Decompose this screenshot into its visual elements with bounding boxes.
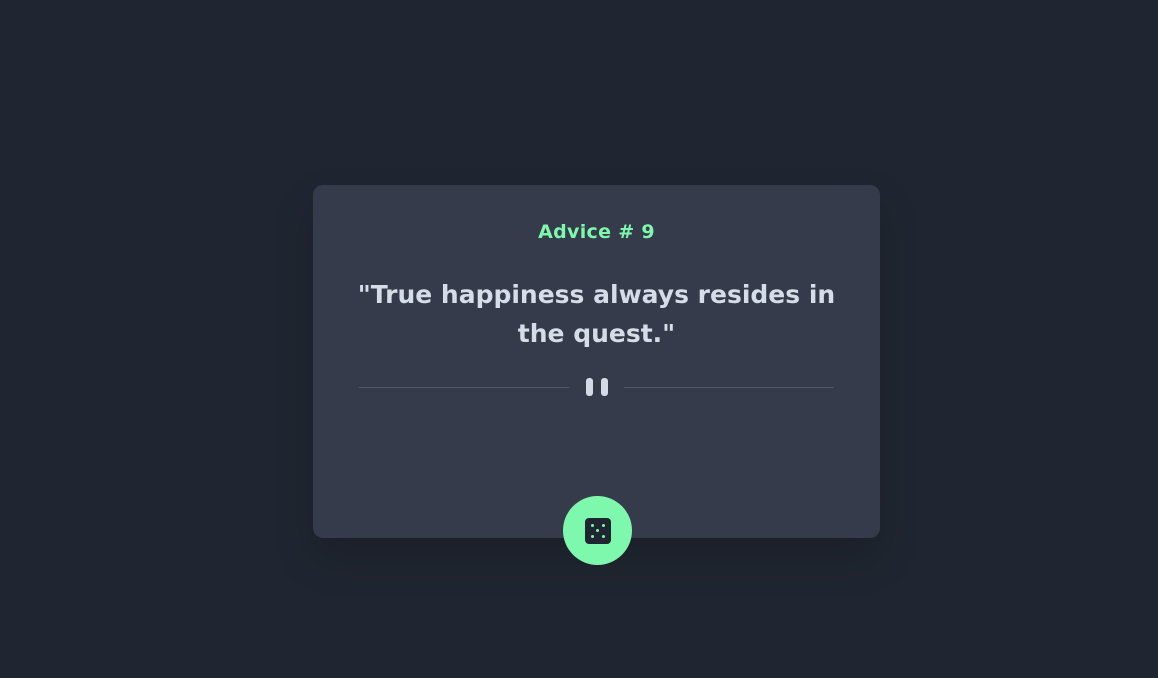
- dice-pip: [590, 534, 594, 538]
- advice-card: Advice # 9 "True happiness always reside…: [313, 185, 880, 538]
- pause-icon: [585, 378, 608, 396]
- divider-line-right: [624, 387, 834, 388]
- advice-number: Advice # 9: [538, 221, 655, 243]
- divider-line-left: [359, 387, 569, 388]
- dice-pip: [590, 523, 594, 527]
- dice-icon: [584, 517, 611, 544]
- dice-pip: [601, 534, 605, 538]
- dice-pip: [601, 523, 605, 527]
- pause-bar-right: [600, 378, 608, 396]
- divider: [359, 378, 834, 396]
- advice-quote: "True happiness always resides in the qu…: [357, 280, 836, 348]
- generate-advice-button[interactable]: [563, 496, 632, 565]
- pause-bar-left: [585, 378, 593, 396]
- dice-pip: [596, 529, 599, 532]
